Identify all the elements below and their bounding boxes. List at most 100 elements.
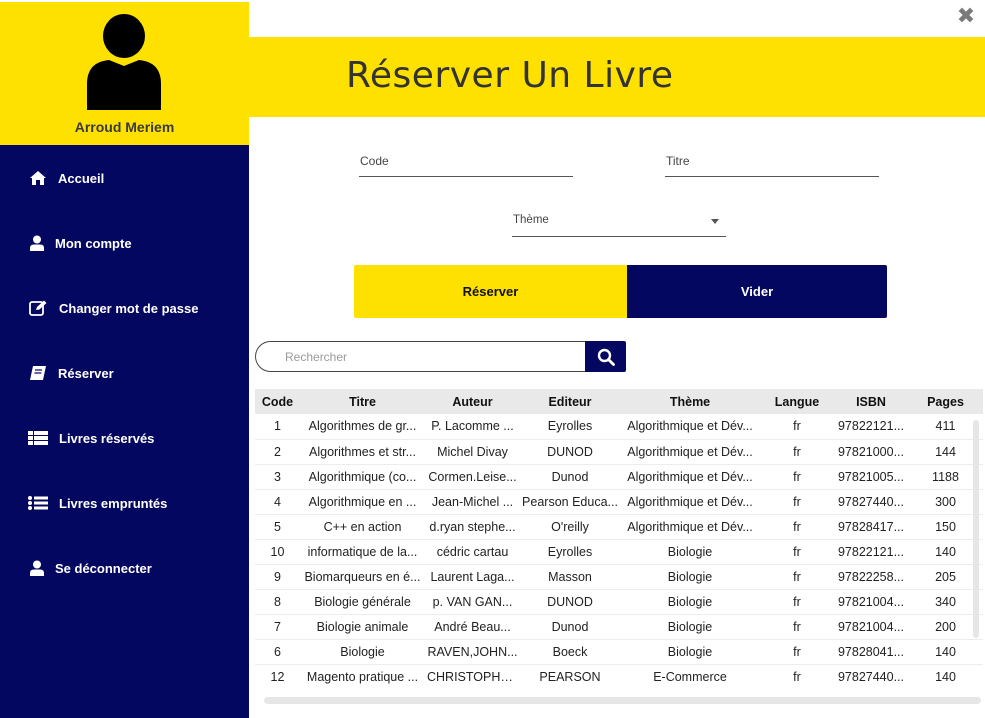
table-cell: Eyrolles (520, 539, 620, 565)
table-cell: fr (760, 664, 834, 689)
table-cell: Algorithmique et Dév... (620, 489, 760, 515)
table-cell: Algorithmes et str... (300, 439, 425, 465)
nav-item-changer-mot-de-passe[interactable]: Changer mot de passe (0, 288, 249, 328)
table-cell: Masson (520, 564, 620, 590)
table-cell: PEARSON (520, 664, 620, 689)
table-row[interactable]: 12 Magento pratique ... CHRISTOPHE... PEARS… (255, 664, 983, 689)
table-cell: Biologie (620, 639, 760, 665)
column-header[interactable]: Auteur (425, 389, 520, 414)
table-cell: 97827440... (834, 489, 908, 515)
nav-item-mon-compte[interactable]: Mon compte (0, 223, 249, 263)
clear-button[interactable]: Vider (627, 265, 887, 318)
table-cell: 150 (908, 514, 983, 540)
table-row[interactable]: 7 Biologie animale André Beau... Dunod Biolo… (255, 614, 983, 640)
table-cell: 300 (908, 489, 983, 515)
search-button[interactable] (585, 341, 626, 372)
table-cell: Biologie animale (300, 614, 425, 640)
search-input[interactable]: Rechercher (255, 341, 586, 372)
table-cell: Laurent Laga... (425, 564, 520, 590)
table-cell: 2 (255, 439, 300, 465)
edit-icon (28, 299, 48, 317)
header-band: Réserver Un Livre (249, 37, 985, 117)
profile-panel: Arroud Meriem (0, 0, 249, 145)
table-cell: DUNOD (520, 439, 620, 465)
column-header[interactable]: ISBN (834, 389, 908, 414)
table-cell: Biologie (300, 639, 425, 665)
titre-label: Titre (666, 154, 690, 168)
table-cell: 205 (908, 564, 983, 590)
reserve-button[interactable]: Réserver (354, 265, 627, 318)
table-header: Code Titre Auteur Editeur Thème Langue ISBN Pag… (255, 389, 983, 414)
book-icon (28, 364, 48, 382)
table-cell: 8 (255, 589, 300, 615)
table-cell: DUNOD (520, 589, 620, 615)
app-window: Arroud Meriem Accueil Mon compte Changer… (0, 0, 985, 718)
table-cell: fr (760, 539, 834, 565)
column-header[interactable]: Thème (620, 389, 760, 414)
table-row[interactable]: 9 Biomarqueurs en é... Laurent Laga... Mass… (255, 564, 983, 590)
horizontal-scrollbar[interactable] (264, 697, 981, 704)
table-cell: 9 (255, 564, 300, 590)
table-row[interactable]: 8 Biologie générale p. VAN GAN... DUNOD Biol… (255, 589, 983, 615)
search-placeholder: Rechercher (285, 350, 348, 364)
table-cell: 97821004... (834, 614, 908, 640)
table-cell: 4 (255, 489, 300, 515)
table-cell: Biologie (620, 539, 760, 565)
sidebar: Arroud Meriem Accueil Mon compte Changer… (0, 0, 249, 718)
table-cell: 140 (908, 639, 983, 665)
table-cell: fr (760, 564, 834, 590)
vertical-scrollbar[interactable] (973, 420, 979, 638)
table-row[interactable]: 4 Algorithmique en ... Jean-Michel ... Pear… (255, 489, 983, 515)
table-cell: 1188 (908, 464, 983, 490)
list-ul-icon (28, 494, 48, 512)
nav-item-livres-empruntes[interactable]: Livres empruntés (0, 483, 249, 523)
table-cell: CHRISTOPHE... (425, 664, 520, 689)
table-row[interactable]: 3 Algorithmique (co... Cormen.Leise... Duno… (255, 464, 983, 490)
table-cell: 97822121... (834, 414, 908, 440)
table-cell: 3 (255, 464, 300, 490)
table-cell: 97821005... (834, 464, 908, 490)
table-cell: Eyrolles (520, 414, 620, 440)
table-cell: Dunod (520, 464, 620, 490)
table-cell: 10 (255, 539, 300, 565)
close-icon[interactable]: ✖ (956, 5, 976, 27)
user-icon (27, 234, 47, 252)
list-icon (28, 429, 48, 447)
table-row[interactable]: 6 Biologie RAVEN,JOHN... Boeck Biologie fr 978… (255, 639, 983, 665)
table-cell: Algorithmique et Dév... (620, 414, 760, 440)
nav-item-se-deconnecter[interactable]: Se déconnecter (0, 548, 249, 588)
nav-item-livres-reserves[interactable]: Livres réservés (0, 418, 249, 458)
column-header[interactable]: Titre (300, 389, 425, 414)
table-cell: Biologie (620, 564, 760, 590)
books-table: Code Titre Auteur Editeur Thème Langue ISBN Pag… (255, 389, 983, 689)
table-cell: Jean-Michel ... (425, 489, 520, 515)
column-header[interactable]: Langue (760, 389, 834, 414)
column-header[interactable]: Editeur (520, 389, 620, 414)
table-body: 1 Algorithmes de gr... P. Lacomme ... Eyrol… (255, 414, 983, 689)
user-name: Arroud Meriem (74, 119, 175, 135)
table-cell: 97828041... (834, 639, 908, 665)
theme-select[interactable]: Thème (512, 207, 726, 237)
nav-label: Mon compte (55, 235, 132, 251)
table-cell: Michel Divay (425, 439, 520, 465)
nav-item-accueil[interactable]: Accueil (0, 158, 249, 198)
table-cell: 5 (255, 514, 300, 540)
table-cell: 12 (255, 664, 300, 689)
table-row[interactable]: 2 Algorithmes et str... Michel Divay DUNOD A… (255, 439, 983, 465)
table-row[interactable]: 1 Algorithmes de gr... P. Lacomme ... Eyrol… (255, 414, 983, 440)
table-cell: d.ryan stephe... (425, 514, 520, 540)
table-cell: fr (760, 514, 834, 540)
chevron-down-icon (711, 219, 719, 224)
column-header[interactable]: Pages (908, 389, 983, 414)
column-header[interactable]: Code (255, 389, 300, 414)
table-cell: Algorithmique et Dév... (620, 464, 760, 490)
table-row[interactable]: 10 informatique de la... cédric cartau Eyro… (255, 539, 983, 565)
titre-field[interactable]: Titre (665, 147, 879, 177)
table-cell: Boeck (520, 639, 620, 665)
nav-item-reserver[interactable]: Réserver (0, 353, 249, 393)
code-field[interactable]: Code (359, 147, 573, 177)
nav-label: Livres réservés (59, 430, 155, 446)
table-cell: 97821000... (834, 439, 908, 465)
table-row[interactable]: 5 C++ en action d.ryan stephe... O'reilly Al… (255, 514, 983, 540)
table-cell: Biologie générale (300, 589, 425, 615)
